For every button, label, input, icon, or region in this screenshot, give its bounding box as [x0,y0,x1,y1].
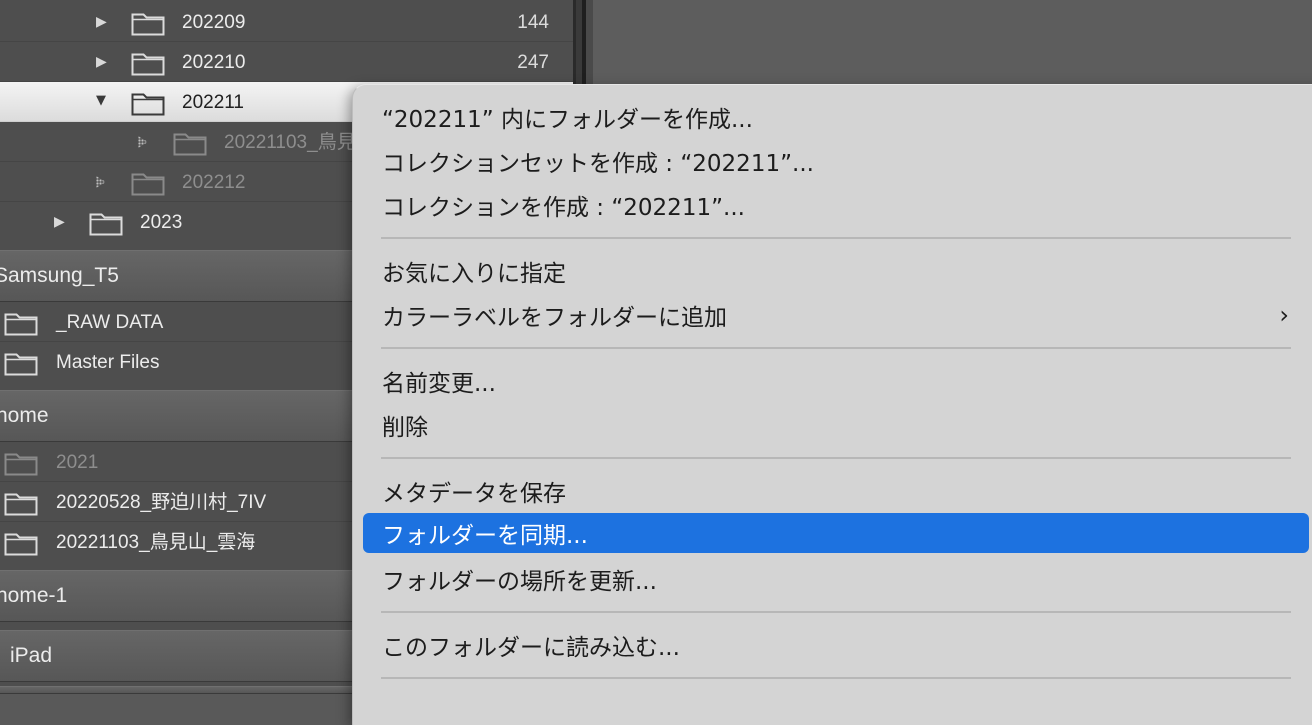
menu-item-label: 名前変更... [382,371,496,397]
menu-item-label: フォルダーを同期... [382,523,588,549]
folder-icon [4,313,38,336]
folder-icon [131,13,165,36]
menu-item-import-to-folder[interactable]: このフォルダーに読み込む... [363,625,1309,665]
folder-name: 20221103_鳥見山_雲海 [56,532,256,553]
menu-item-label: カラーラベルをフォルダーに追加 [382,305,727,331]
folder-icon [4,493,38,516]
menu-item-rename[interactable]: 名前変更... [363,361,1309,401]
missing-folder-triangle-icon[interactable] [96,176,106,188]
folder-icon [4,533,38,556]
menu-item-label: コレクションを作成 : “202211”... [382,195,745,221]
folder-row-202210[interactable]: ▶ 202210 247 [0,42,573,82]
folder-name: Master Files [56,352,160,373]
folder-row-202209[interactable]: ▶ 202209 144 [0,2,573,42]
folder-name: 20220528_野迫川村_7IV [56,492,267,513]
menu-item-update-folder-location[interactable]: フォルダーの場所を更新... [363,559,1309,599]
menu-item-create-folder-inside[interactable]: “202211” 内にフォルダーを作成... [363,97,1309,137]
menu-item-mark-favorite[interactable]: お気に入りに指定 [363,251,1309,291]
folder-context-menu: “202211” 内にフォルダーを作成... コレクションセットを作成 : “2… [352,84,1312,725]
folder-name: 202209 [182,12,246,33]
folder-icon [131,173,165,196]
folder-icon [89,213,123,236]
menu-separator [381,237,1291,239]
menu-item-label: コレクションセットを作成 : “202211”... [382,151,814,177]
folder-icon [4,353,38,376]
menu-item-label: “202211” 内にフォルダーを作成... [382,107,753,133]
menu-item-label: メタデータを保存 [382,481,566,507]
menu-separator [381,347,1291,349]
menu-separator [381,611,1291,613]
menu-item-save-metadata[interactable]: メタデータを保存 [363,471,1309,511]
folder-icon [131,53,165,76]
folder-name: 202212 [182,172,246,193]
menu-item-delete[interactable]: 削除 [363,405,1309,445]
menu-item-create-collection-set[interactable]: コレクションセットを作成 : “202211”... [363,141,1309,181]
menu-item-add-color-label[interactable]: カラーラベルをフォルダーに追加 › [363,295,1309,335]
menu-item-label: このフォルダーに読み込む... [382,635,680,661]
menu-separator [381,677,1291,679]
folder-icon [131,93,165,116]
volume-name: home [0,404,49,427]
volume-name: iPad [10,644,53,667]
expand-triangle-icon[interactable]: ▶ [54,215,65,229]
folder-name: _RAW DATA [56,312,164,333]
folder-name: 2021 [56,452,99,473]
menu-item-label: フォルダーの場所を更新... [382,569,657,595]
folder-icon [173,133,207,156]
volume-name: home-1 [0,584,68,607]
menu-item-sync-folder[interactable]: フォルダーを同期... [363,513,1309,553]
chevron-right-icon: › [1279,301,1289,329]
folder-name: 202211 [182,92,244,113]
expand-triangle-icon[interactable]: ▶ [96,15,107,29]
folder-name: 2023 [140,212,183,233]
menu-item-label: お気に入りに指定 [382,261,566,287]
folder-name: 202210 [182,52,246,73]
photo-count: 144 [517,12,549,33]
volume-name: Samsung_T5 [0,264,119,287]
missing-folder-triangle-icon[interactable] [138,136,148,148]
menu-item-create-collection[interactable]: コレクションを作成 : “202211”... [363,185,1309,225]
photo-count: 247 [517,52,549,73]
collapse-triangle-icon[interactable]: ▼ [96,94,106,108]
menu-item-label: 削除 [382,415,428,441]
menu-separator [381,457,1291,459]
expand-triangle-icon[interactable]: ▶ [96,55,107,69]
folder-icon [4,453,38,476]
